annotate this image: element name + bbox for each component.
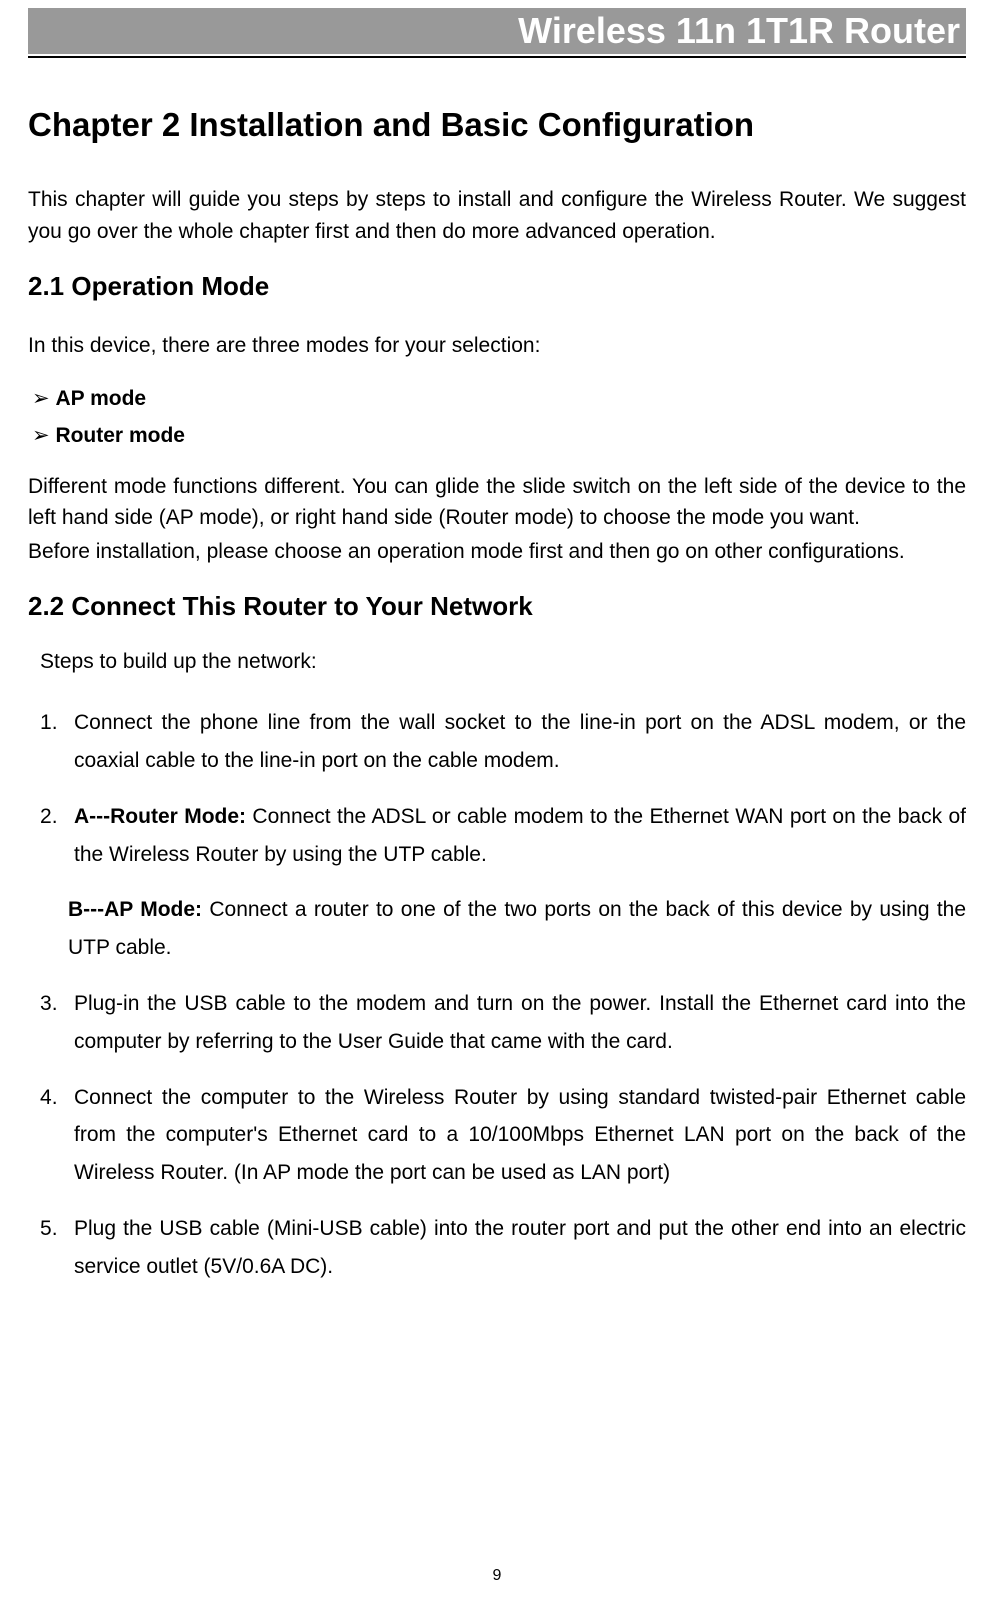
step-1: Connect the phone line from the wall soc… [40,704,966,780]
step-2b-text: Connect a router to one of the two ports… [68,898,966,959]
step-5: Plug the USB cable (Mini-USB cable) into… [40,1210,966,1286]
section-2-1-para2: Before installation, please choose an op… [28,536,966,568]
section-2-1-para1: Different mode functions different. You … [28,471,966,534]
header-title: Wireless 11n 1T1R Router [28,8,966,54]
page-number: 9 [0,1567,994,1585]
document-header: Wireless 11n 1T1R Router [28,8,966,58]
section-2-1-intro: In this device, there are three modes fo… [28,330,966,362]
step-2b-label: B---AP Mode: [68,898,202,921]
steps-ordered-list: Connect the phone line from the wall soc… [28,704,966,873]
chapter-title: Chapter 2 Installation and Basic Configu… [28,106,966,144]
mode-bullet-list: AP mode Router mode [28,382,966,453]
section-2-2-intro: Steps to build up the network: [40,650,966,674]
steps-ordered-list-cont: Plug-in the USB cable to the modem and t… [28,985,966,1286]
bullet-ap-mode: AP mode [32,382,966,416]
step-3: Plug-in the USB cable to the modem and t… [40,985,966,1061]
section-2-1-title: 2.1 Operation Mode [28,271,966,302]
step-2b: B---AP Mode: Connect a router to one of … [28,891,966,967]
chapter-intro: This chapter will guide you steps by ste… [28,184,966,247]
section-2-2-title: 2.2 Connect This Router to Your Network [28,591,966,622]
step-2a-label: A---Router Mode: [74,805,246,828]
step-2a: A---Router Mode: Connect the ADSL or cab… [40,798,966,874]
bullet-router-mode: Router mode [32,419,966,453]
step-4: Connect the computer to the Wireless Rou… [40,1079,966,1192]
